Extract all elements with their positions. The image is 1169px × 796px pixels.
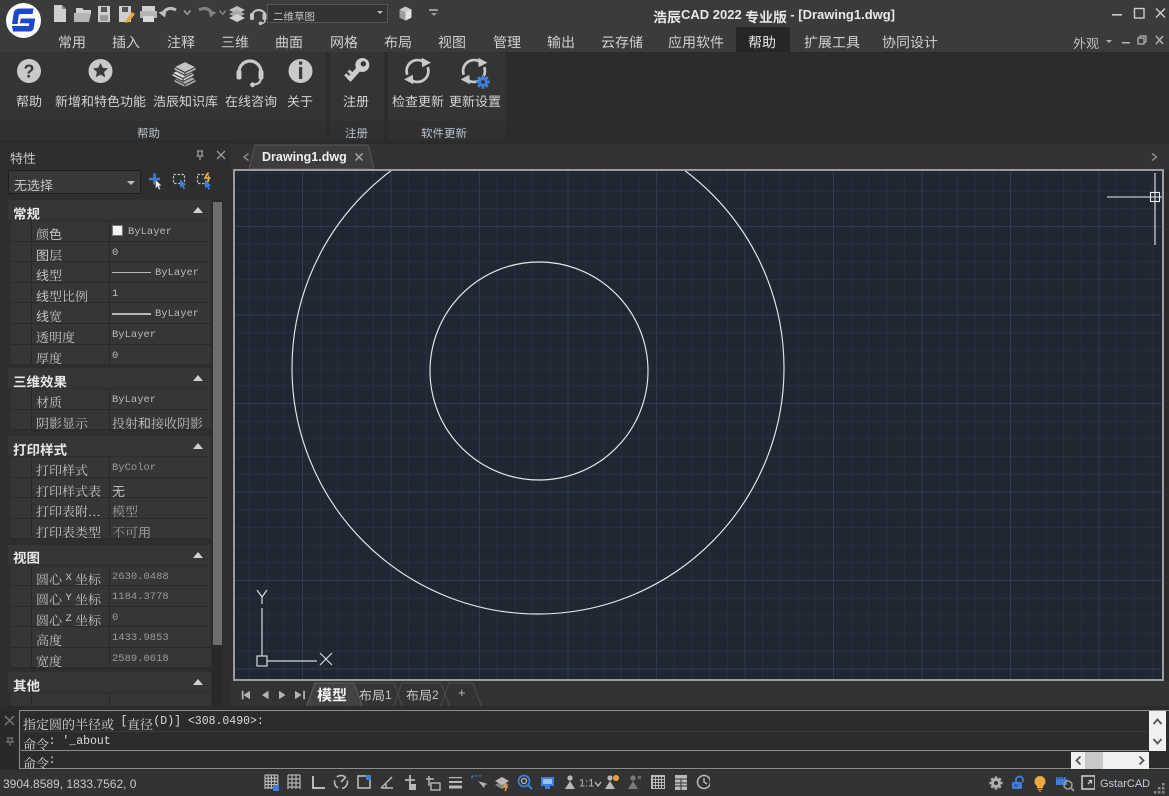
- svg-text:?: ?: [24, 62, 35, 82]
- svg-text:1:1: 1:1: [579, 778, 594, 790]
